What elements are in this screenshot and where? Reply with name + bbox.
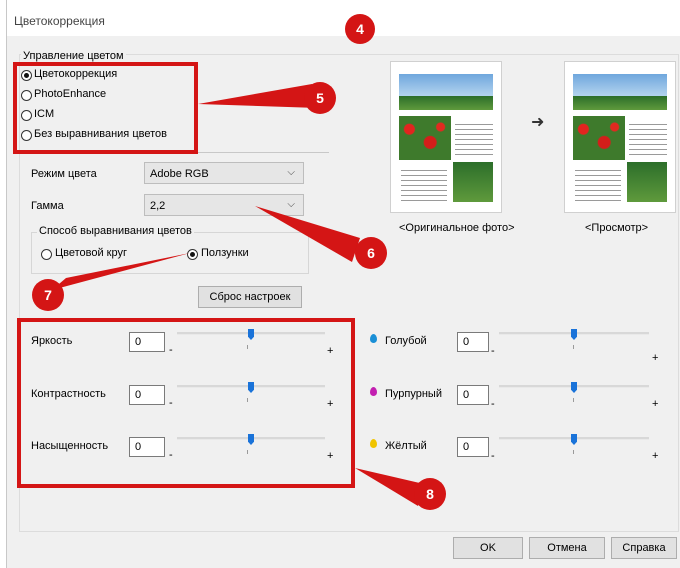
callout-4: 4 (345, 14, 375, 44)
callout-7-pointer (52, 253, 190, 290)
callout-6: 6 (355, 237, 387, 269)
callout-7: 7 (32, 279, 64, 311)
callout-8-pointer (355, 468, 424, 506)
callout-5: 5 (304, 82, 336, 114)
callout-5-pointer (198, 84, 318, 108)
callout-6-pointer (255, 206, 360, 262)
callout-8: 8 (414, 478, 446, 510)
callout-pointers (52, 84, 424, 506)
